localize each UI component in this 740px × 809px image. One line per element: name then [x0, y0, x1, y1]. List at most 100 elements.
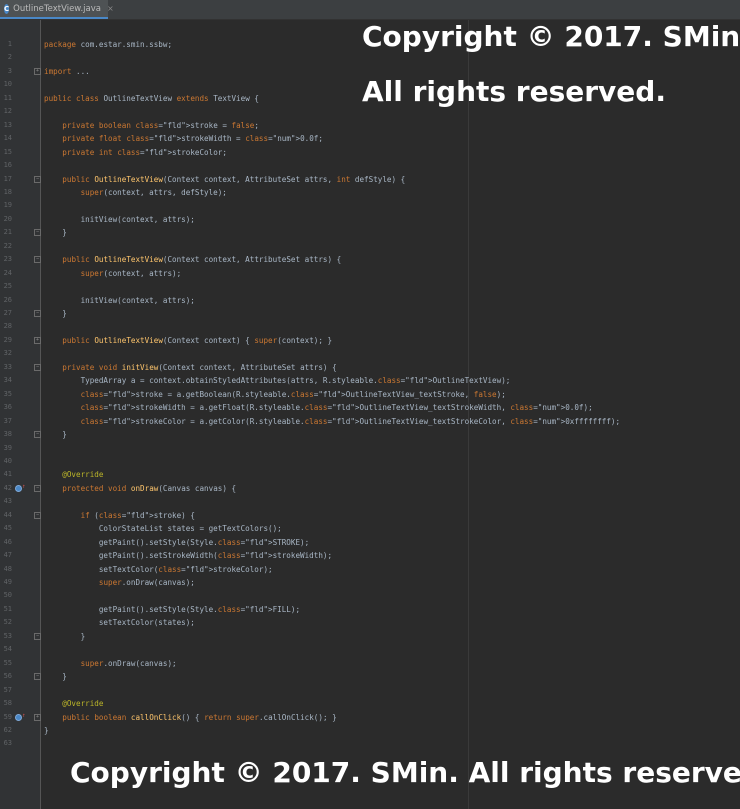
code-line[interactable]: 57: [0, 684, 740, 697]
code-line[interactable]: 63: [0, 737, 740, 750]
code-line[interactable]: 50: [0, 589, 740, 602]
code-line[interactable]: 21 − }: [0, 226, 740, 239]
tab-label: OutlineTextView.java: [13, 3, 101, 14]
code-text: class="fld">stroke = a.getBoolean(R.styl…: [80, 389, 506, 399]
line-number: 15: [3, 147, 12, 156]
line-number: 38: [3, 430, 12, 439]
fold-collapse-icon[interactable]: −: [34, 673, 41, 681]
code-line[interactable]: 34 TypedArray a = context.obtainStyledAt…: [0, 374, 740, 387]
code-line[interactable]: 27 − }: [0, 307, 740, 320]
code-line[interactable]: 45 ColorStateList states = getTextColors…: [0, 522, 740, 535]
fold-expand-icon[interactable]: +: [34, 336, 41, 344]
code-line[interactable]: 14 private float class="fld">strokeWidth…: [0, 132, 740, 145]
code-text: public OutlineTextView(Context context, …: [62, 174, 406, 184]
fold-collapse-icon[interactable]: −: [34, 175, 41, 183]
fold-collapse-icon[interactable]: −: [34, 632, 41, 640]
line-number: 54: [3, 645, 12, 654]
code-line[interactable]: 17 − public OutlineTextView(Context conte…: [0, 173, 740, 186]
code-line[interactable]: 43: [0, 495, 740, 508]
code-line[interactable]: 28: [0, 320, 740, 333]
override-marker-icon[interactable]: [15, 713, 22, 721]
line-number: 16: [3, 161, 12, 170]
line-number: 36: [3, 403, 12, 412]
code-line[interactable]: 55 super.onDraw(canvas);: [0, 657, 740, 670]
override-marker-icon[interactable]: [15, 484, 22, 492]
code-line[interactable]: 2: [0, 51, 740, 64]
code-line[interactable]: 53 − }: [0, 630, 740, 643]
line-number: 10: [3, 80, 12, 89]
line-number: 55: [3, 658, 12, 667]
code-text: @Override: [44, 699, 104, 709]
code-line[interactable]: 29 + public OutlineTextView(Context conte…: [0, 334, 740, 347]
code-line[interactable]: 32: [0, 347, 740, 360]
close-icon[interactable]: ×: [107, 4, 114, 13]
code-line[interactable]: 58 @Override: [0, 697, 740, 710]
code-line[interactable]: 37 class="fld">strokeColor = a.getColor(…: [0, 415, 740, 428]
fold-collapse-icon[interactable]: −: [34, 431, 41, 439]
code-line[interactable]: 62}: [0, 724, 740, 737]
fold-collapse-icon[interactable]: −: [34, 511, 41, 519]
code-line[interactable]: 40: [0, 455, 740, 468]
fold-expand-icon[interactable]: +: [34, 67, 41, 75]
code-line[interactable]: 52 setTextColor(states);: [0, 616, 740, 629]
code-line[interactable]: 51 getPaint().setStyle(Style.class="fld"…: [0, 603, 740, 616]
watermark-footer: Copyright © 2017. SMin. All rights reser…: [70, 756, 740, 789]
code-line[interactable]: 49 super.onDraw(canvas);: [0, 576, 740, 589]
line-number: 47: [3, 551, 12, 560]
code-line[interactable]: 24 super(context, attrs);: [0, 267, 740, 280]
code-line[interactable]: 26 initView(context, attrs);: [0, 294, 740, 307]
code-text: protected void onDraw(Canvas canvas) {: [62, 483, 237, 493]
code-line[interactable]: 35 class="fld">stroke = a.getBoolean(R.s…: [0, 388, 740, 401]
code-line[interactable]: 54: [0, 643, 740, 656]
code-line[interactable]: 25: [0, 280, 740, 293]
line-number: 41: [3, 470, 12, 479]
code-text: }: [44, 430, 67, 440]
line-number: 32: [3, 349, 12, 358]
fold-collapse-icon[interactable]: −: [34, 484, 41, 492]
code-line[interactable]: 18 super(context, attrs, defStyle);: [0, 186, 740, 199]
fold-collapse-icon[interactable]: −: [34, 256, 41, 264]
code-line[interactable]: 38 − }: [0, 428, 740, 441]
line-number: 56: [3, 672, 12, 681]
code-line[interactable]: 20 initView(context, attrs);: [0, 213, 740, 226]
line-number: 19: [3, 201, 12, 210]
line-number: 27: [3, 309, 12, 317]
line-number: 44: [3, 510, 12, 519]
fold-collapse-icon[interactable]: −: [34, 229, 41, 237]
code-text: }: [44, 309, 67, 318]
code-line[interactable]: 42 ↑ − protected void onDraw(Canvas canvas…: [0, 482, 740, 495]
fold-expand-icon[interactable]: +: [34, 713, 41, 721]
code-line[interactable]: 47 getPaint().setStrokeWidth(class="fld"…: [0, 549, 740, 562]
line-number: 46: [3, 537, 12, 546]
line-number: 52: [3, 618, 12, 627]
code-text: }: [44, 228, 67, 238]
code-line[interactable]: 22: [0, 240, 740, 253]
watermark-top-line1: Copyright © 2017. SMin.: [362, 20, 740, 53]
code-text: getPaint().setStrokeWidth(class="fld">st…: [44, 551, 333, 561]
line-number: 29: [3, 335, 12, 344]
code-line[interactable]: 19: [0, 199, 740, 212]
line-number: 21: [3, 228, 12, 237]
code-text: private float class="fld">strokeWidth = …: [62, 134, 323, 144]
code-line[interactable]: 15 private int class="fld">strokeColor;: [0, 146, 740, 159]
code-line[interactable]: 39: [0, 442, 740, 455]
code-line[interactable]: 13 private boolean class="fld">stroke = …: [0, 119, 740, 132]
code-line[interactable]: 59 ↑ + public boolean callOnClick() { retu…: [0, 711, 740, 724]
code-line[interactable]: 48 setTextColor(class="fld">strokeColor)…: [0, 563, 740, 576]
code-line[interactable]: 44 − if (class="fld">stroke) {: [0, 509, 740, 522]
line-number: 58: [3, 699, 12, 708]
line-number: 40: [3, 456, 12, 465]
code-line[interactable]: 23 − public OutlineTextView(Context conte…: [0, 253, 740, 266]
fold-collapse-icon[interactable]: −: [34, 310, 41, 317]
editor-tab[interactable]: C OutlineTextView.java ×: [0, 0, 114, 19]
line-number: 39: [3, 443, 12, 452]
code-line[interactable]: 41 @Override: [0, 468, 740, 481]
code-line[interactable]: 36 class="fld">strokeWidth = a.getFloat(…: [0, 401, 740, 414]
code-line[interactable]: 33 − private void initView(Context contex…: [0, 361, 740, 374]
fold-collapse-icon[interactable]: −: [34, 363, 41, 371]
code-line[interactable]: 56 − }: [0, 670, 740, 683]
code-line[interactable]: 16: [0, 159, 740, 172]
line-number: 17: [3, 174, 12, 183]
line-number: 3: [7, 66, 12, 75]
code-line[interactable]: 46 getPaint().setStyle(Style.class="fld"…: [0, 536, 740, 549]
